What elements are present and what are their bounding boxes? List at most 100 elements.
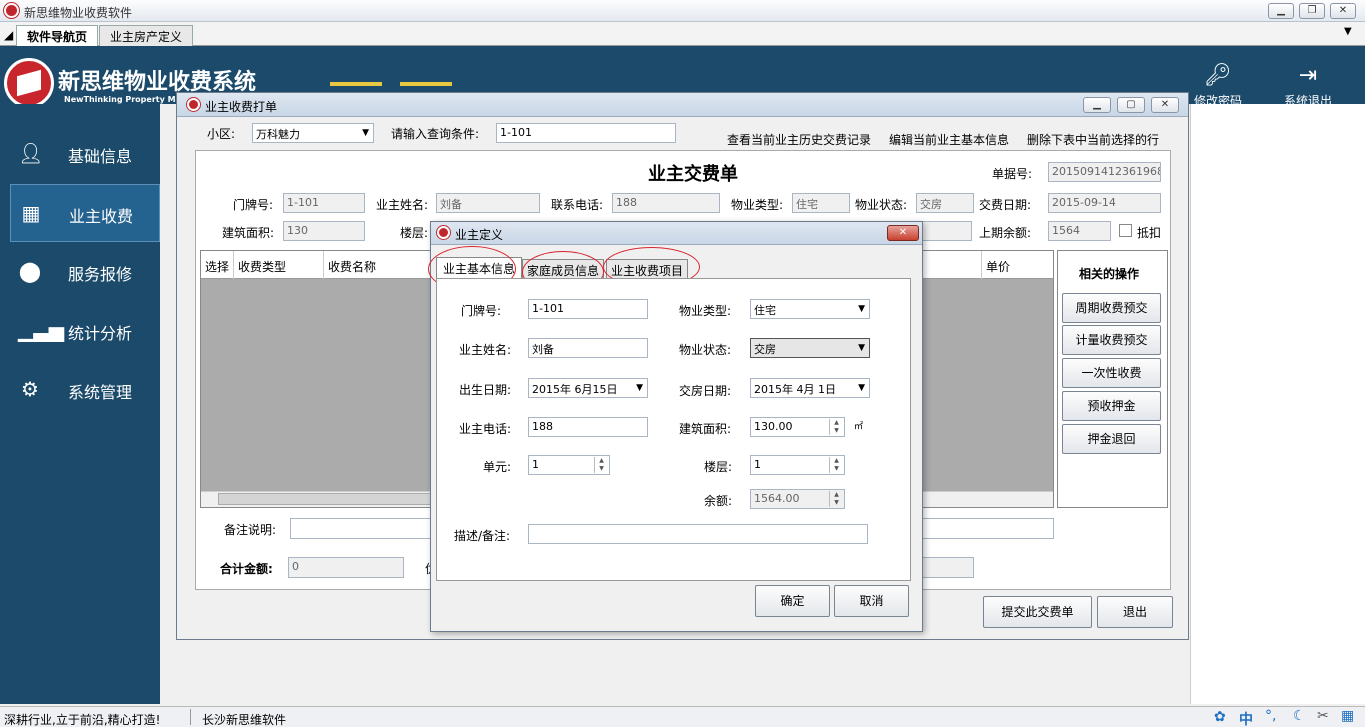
- dlg-ptype-value: 住宅: [754, 304, 776, 317]
- app-title: 新思维物业收费软件: [24, 6, 133, 20]
- edit-owner-link[interactable]: 编辑当前业主基本信息: [889, 131, 1009, 148]
- tab-owner-property[interactable]: 业主房产定义: [99, 25, 194, 46]
- dlg-pstatus-select[interactable]: 交房 ▼: [750, 338, 870, 358]
- area-select[interactable]: 万科魅力 ▼: [252, 123, 374, 143]
- chevron-down-icon: ▼: [858, 343, 865, 353]
- dlg-floor-stepper[interactable]: 1 ▲ ▼: [750, 455, 845, 475]
- dlg-area-stepper[interactable]: 130.00 ▲ ▼: [750, 417, 845, 437]
- dlg-balance-value: 1564.00: [754, 492, 800, 505]
- dlg-handover-label: 交房日期:: [679, 384, 732, 398]
- owner-field: 刘备: [436, 193, 540, 213]
- dlg-handover-value: 2015年 4月 1日: [754, 383, 836, 396]
- dlg-floor-label: 楼层:: [704, 460, 733, 474]
- hidden-field: [922, 221, 972, 241]
- cancel-button[interactable]: 取消: [834, 585, 909, 617]
- owner-label: 业主姓名:: [376, 198, 429, 212]
- tool-icon[interactable]: ✂: [1317, 708, 1329, 724]
- submit-bill-button[interactable]: 提交此交费单: [983, 596, 1092, 628]
- dlg-area-value: 130.00: [754, 420, 793, 433]
- dlg-birth-picker[interactable]: 2015年 6月15日 ▼: [528, 378, 648, 398]
- sidebar-item-system[interactable]: ⚙ 系统管理: [0, 361, 160, 419]
- dlg-remark-label: 描述/备注:: [454, 529, 511, 543]
- gear-icon: ⚙: [21, 377, 39, 401]
- lastbal-field: 1564: [1048, 221, 1111, 241]
- punctuation-icon[interactable]: °,: [1265, 708, 1276, 724]
- ime-mode[interactable]: 中: [1239, 709, 1253, 727]
- change-password-button[interactable]: 🔑︎ 修改密码: [1178, 64, 1258, 109]
- stepper-arrows-icon[interactable]: ▲ ▼: [594, 457, 608, 473]
- sidebar-label: 服务报修: [68, 265, 133, 284]
- tabs-dropdown-icon[interactable]: ▼: [1344, 26, 1352, 37]
- scroll-thumb[interactable]: [218, 493, 433, 505]
- dlg-door-label: 门牌号:: [461, 304, 502, 318]
- doc-no-label: 单据号:: [992, 167, 1033, 181]
- sidebar-item-repair[interactable]: ⬤ 服务报修: [0, 243, 160, 301]
- cycle-prepay-button[interactable]: 周期收费预交: [1062, 293, 1161, 323]
- logout-button[interactable]: ⇥ 系统退出: [1268, 64, 1348, 109]
- ptype-label: 物业类型:: [731, 198, 784, 212]
- exit-icon: ⇥: [1298, 63, 1318, 88]
- deduct-checkbox[interactable]: [1119, 224, 1132, 237]
- billing-close-button[interactable]: ✕: [1151, 97, 1179, 113]
- paw-icon[interactable]: ✿: [1214, 709, 1226, 725]
- dlg-phone-input[interactable]: 188: [528, 417, 648, 437]
- grid-icon[interactable]: ▦: [1341, 708, 1354, 724]
- dlg-unit-stepper[interactable]: 1 ▲ ▼: [528, 455, 610, 475]
- sidebar-label: 系统管理: [68, 383, 133, 402]
- stepper-arrows-icon[interactable]: ▲ ▼: [829, 457, 843, 473]
- status-slogan: 深耕行业,立于前沿,精心打造!: [4, 713, 161, 727]
- exit-button[interactable]: 退出: [1097, 596, 1173, 628]
- header-accent: [330, 82, 382, 86]
- hidden-field-2: [922, 557, 974, 578]
- person-icon: 👤︎: [18, 141, 44, 165]
- total-label: 合计金额:: [220, 562, 273, 576]
- chevron-down-icon: ▼: [858, 304, 865, 314]
- minimize-button[interactable]: ▁: [1268, 3, 1294, 19]
- billing-minimize-button[interactable]: ▁: [1083, 97, 1111, 113]
- owner-dialog-titlebar: 业主定义 ✕: [431, 222, 922, 245]
- deposit-button[interactable]: 预收押金: [1062, 391, 1161, 421]
- floor-label: 楼层:: [400, 226, 429, 240]
- billing-maximize-button[interactable]: ▢: [1117, 97, 1145, 113]
- meter-prepay-button[interactable]: 计量收费预交: [1062, 325, 1161, 355]
- header-accent-2: [400, 82, 452, 86]
- ops-title: 相关的操作: [1079, 267, 1140, 281]
- query-input[interactable]: 1-101: [496, 123, 676, 143]
- sidebar-label: 业主收费: [69, 207, 134, 226]
- dlg-pstatus-label: 物业状态:: [679, 343, 732, 357]
- dlg-remark-input[interactable]: [528, 524, 868, 544]
- door-field: 1-101: [283, 193, 365, 213]
- chevron-down-icon: ▼: [636, 383, 643, 393]
- location-pin-icon: ⬤: [18, 259, 42, 283]
- tab-navigation[interactable]: 软件导航页: [16, 25, 99, 47]
- dlg-door-input[interactable]: 1-101: [528, 299, 648, 319]
- col-unit-price: 单价: [986, 260, 1011, 274]
- dlg-ptype-label: 物业类型:: [679, 304, 732, 318]
- maximize-button[interactable]: ❐: [1299, 3, 1325, 19]
- dlg-ptype-select[interactable]: 住宅 ▼: [750, 299, 870, 319]
- history-link[interactable]: 查看当前业主历史交费记录: [727, 131, 871, 148]
- one-time-fee-button[interactable]: 一次性收费: [1062, 358, 1161, 388]
- sidebar-item-statistics[interactable]: ▁▃▅ 统计分析: [0, 302, 160, 360]
- sidebar-item-owner-billing[interactable]: ▦ 业主收费: [10, 184, 160, 242]
- ok-button[interactable]: 确定: [755, 585, 830, 617]
- dialog-close-button[interactable]: ✕: [887, 225, 919, 241]
- stepper-arrows-icon[interactable]: ▲ ▼: [829, 419, 843, 435]
- query-label: 请输入查询条件:: [391, 127, 480, 141]
- area-label: 小区:: [207, 127, 236, 141]
- total-field: 0: [288, 557, 404, 578]
- key-icon: 🔑︎: [1204, 63, 1232, 88]
- sidebar-item-basic-info[interactable]: 👤︎ 基础信息: [0, 125, 160, 183]
- paydate-label: 交费日期:: [979, 198, 1032, 212]
- area-value: 万科魅力: [256, 128, 300, 141]
- dlg-owner-input[interactable]: 刘备: [528, 338, 648, 358]
- delete-row-link[interactable]: 删除下表中当前选择的行: [1027, 131, 1159, 148]
- sheet-title: 业主交费单: [648, 164, 738, 185]
- deposit-refund-button[interactable]: 押金退回: [1062, 424, 1161, 454]
- billing-window-titlebar: 业主收费打单 ▁ ▢ ✕: [177, 93, 1188, 117]
- dlg-handover-picker[interactable]: 2015年 4月 1日 ▼: [750, 378, 870, 398]
- dlg-area-label: 建筑面积:: [679, 422, 732, 436]
- close-button[interactable]: ✕: [1330, 3, 1356, 19]
- moon-icon[interactable]: ☾: [1293, 708, 1306, 724]
- door-label: 门牌号:: [233, 198, 274, 212]
